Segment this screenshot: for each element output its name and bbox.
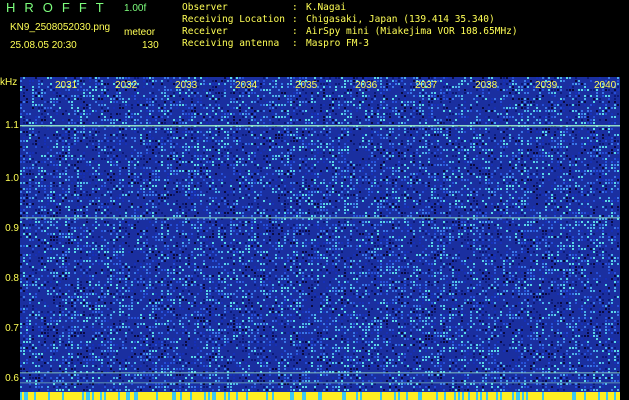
frequency-label: 0.7 bbox=[5, 323, 19, 334]
carrier-line bbox=[20, 125, 620, 127]
app-version: 1.00f bbox=[124, 3, 147, 14]
bottom-bar bbox=[20, 392, 620, 400]
frequency-label: 0.6 bbox=[5, 373, 19, 384]
info-label: Receiving antenna bbox=[182, 38, 280, 49]
app-brand: HROFFT bbox=[6, 0, 113, 15]
frequency-label: 0.8 bbox=[5, 273, 19, 284]
info-value: K.Nagai bbox=[306, 2, 347, 13]
time-label: 2033 bbox=[175, 80, 198, 91]
time-label: 2036 bbox=[355, 80, 378, 91]
info-separator: : bbox=[292, 26, 298, 37]
time-label: 2031 bbox=[55, 80, 78, 91]
info-separator: : bbox=[292, 14, 298, 25]
time-label: 2032 bbox=[115, 80, 138, 91]
carrier-line bbox=[20, 372, 620, 374]
spectrogram-display bbox=[20, 77, 620, 400]
time-label: 2038 bbox=[475, 80, 498, 91]
info-label: Receiving Location bbox=[182, 14, 285, 25]
frequency-label: 1.1 bbox=[5, 120, 19, 131]
carrier-line bbox=[20, 382, 620, 384]
count-value: 130 bbox=[142, 40, 159, 51]
info-value: AirSpy mini (Miakejima VOR 108.65MHz) bbox=[306, 26, 518, 37]
spectrogram-canvas bbox=[20, 77, 620, 400]
info-value: Maspro FM-3 bbox=[306, 38, 369, 49]
time-label: 2040 bbox=[594, 80, 617, 91]
info-label: Observer bbox=[182, 2, 228, 13]
right-margin bbox=[620, 77, 629, 400]
frequency-unit: kHz bbox=[0, 77, 18, 88]
time-label: 2039 bbox=[535, 80, 558, 91]
time-label: 2037 bbox=[415, 80, 438, 91]
frequency-label: 1.0 bbox=[5, 173, 19, 184]
file-name: KN9_2508052030.png bbox=[10, 22, 111, 33]
info-label: Receiver bbox=[182, 26, 228, 37]
info-observer: Observer: K.Nagai bbox=[182, 2, 346, 13]
time-label: 2034 bbox=[235, 80, 258, 91]
info-separator: : bbox=[292, 2, 298, 13]
info-location: Receiving Location: Chigasaki, Japan (139… bbox=[182, 14, 495, 25]
carrier-line bbox=[20, 217, 620, 219]
info-separator: : bbox=[292, 38, 298, 49]
header-panel: HROFFT 1.00f KN9_2508052030.png meteor 2… bbox=[0, 0, 629, 76]
info-antenna: Receiving antenna: Maspro FM-3 bbox=[182, 38, 369, 49]
mode-label: meteor bbox=[124, 27, 156, 38]
info-receiver: Receiver: AirSpy mini (Miakejima VOR 108.… bbox=[182, 26, 518, 37]
time-label: 2035 bbox=[295, 80, 318, 91]
frequency-label: 0.9 bbox=[5, 223, 19, 234]
date-time: 25.08.05 20:30 bbox=[10, 40, 77, 51]
frequency-axis: kHz 1.1 1.0 0.9 0.8 0.7 0.6 bbox=[0, 77, 20, 400]
info-value: Chigasaki, Japan (139.414 35.340) bbox=[306, 14, 495, 25]
